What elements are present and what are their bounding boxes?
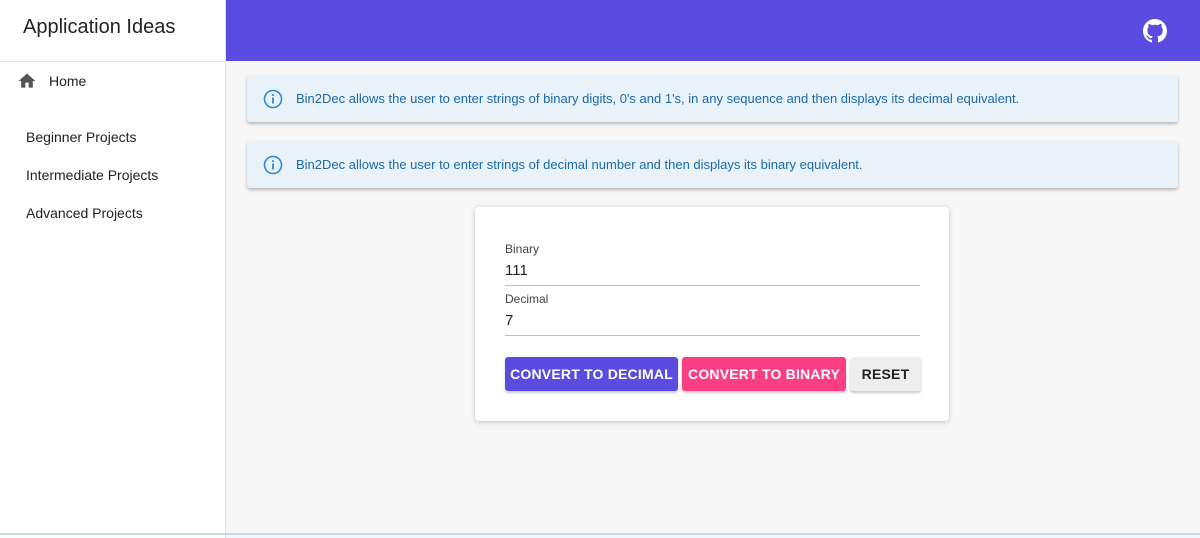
info-alert-decimal: Bin2Dec allows the user to enter strings…: [247, 141, 1178, 188]
sidebar-item-intermediate[interactable]: Intermediate Projects: [0, 156, 225, 194]
sidebar-item-beginner[interactable]: Beginner Projects: [0, 118, 225, 156]
bottom-divider: [0, 533, 1200, 535]
info-icon: [263, 89, 283, 108]
sidebar: Application Ideas Home Beginner Projects…: [0, 0, 226, 538]
sidebar-item-home[interactable]: Home: [0, 62, 225, 100]
alert-text: Bin2Dec allows the user to enter strings…: [296, 91, 1020, 106]
github-icon[interactable]: [1143, 19, 1167, 43]
sidebar-item-advanced[interactable]: Advanced Projects: [0, 194, 225, 232]
decimal-label: Decimal: [505, 292, 549, 306]
info-alert-binary: Bin2Dec allows the user to enter strings…: [247, 75, 1178, 122]
converter-card: Binary Decimal CONVERT TO DECIMAL CONVER…: [475, 207, 949, 421]
binary-label: Binary: [505, 242, 540, 256]
alert-text: Bin2Dec allows the user to enter strings…: [296, 157, 863, 172]
sidebar-item-label: Home: [49, 73, 87, 89]
convert-to-decimal-button[interactable]: CONVERT TO DECIMAL: [505, 357, 678, 391]
reset-button[interactable]: RESET: [850, 357, 921, 391]
convert-to-binary-button[interactable]: CONVERT TO BINARY: [682, 357, 846, 391]
decimal-field: Decimal: [505, 292, 920, 336]
info-icon: [263, 155, 283, 174]
binary-input[interactable]: [505, 256, 920, 285]
sidebar-nav: Beginner Projects Intermediate Projects …: [0, 118, 225, 232]
binary-field: Binary: [505, 242, 920, 286]
decimal-input[interactable]: [505, 306, 920, 335]
home-icon: [18, 73, 36, 88]
app-title: Application Ideas: [0, 0, 225, 62]
top-app-bar: [226, 0, 1200, 61]
